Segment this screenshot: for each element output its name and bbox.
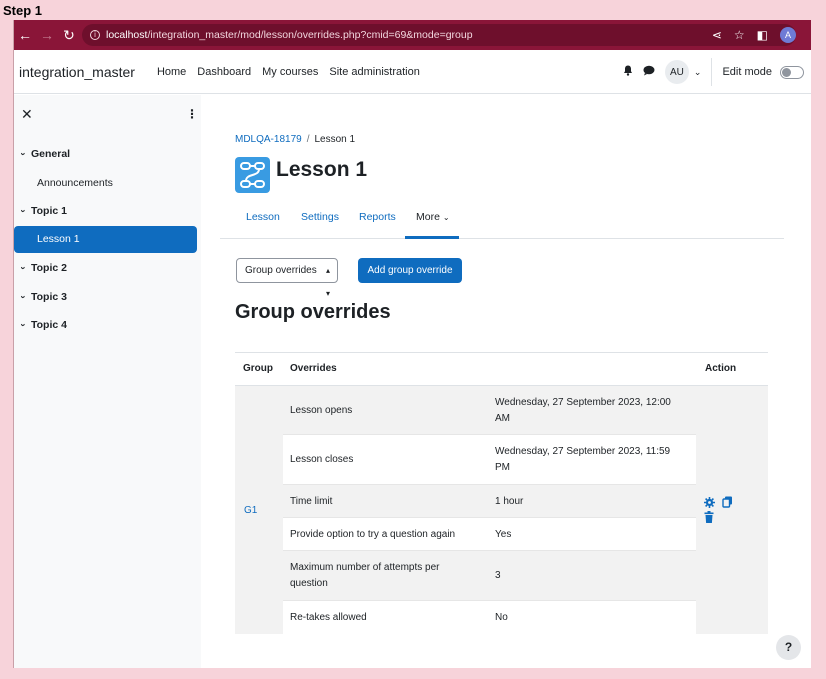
- step-label: Step 1: [3, 3, 43, 18]
- setting-label: Maximum number of attempts per question: [290, 562, 440, 589]
- table-row: Lesson closes Wednesday, 27 September 20…: [283, 435, 696, 485]
- share-icon[interactable]: ⋖: [712, 28, 722, 42]
- table-row: Provide option to try a question again Y…: [283, 518, 696, 551]
- table-row: Re-takes allowed No: [283, 601, 696, 634]
- copy-icon[interactable]: [722, 496, 733, 511]
- setting-label: Re-takes allowed: [290, 612, 367, 623]
- tab-more[interactable]: More ⌄: [416, 211, 450, 223]
- chevron-down-icon: ⌄: [442, 213, 450, 222]
- reload-icon[interactable]: ↻: [58, 27, 80, 44]
- override-type-select[interactable]: Group overrides ▴ ▾: [236, 258, 338, 298]
- group-cell: G1: [235, 386, 283, 634]
- help-button[interactable]: ?: [776, 635, 801, 660]
- drawer-section-topic-3[interactable]: › Topic 3: [18, 291, 67, 303]
- edit-gear-icon[interactable]: [704, 497, 715, 511]
- group-link[interactable]: G1: [244, 505, 257, 516]
- primary-navigation: Home Dashboard My courses Site administr…: [157, 66, 420, 78]
- setting-value: No: [495, 612, 508, 623]
- drawer-section-general[interactable]: › General: [18, 148, 71, 160]
- nav-dashboard[interactable]: Dashboard: [197, 66, 251, 78]
- close-drawer-icon[interactable]: ✕: [21, 106, 33, 123]
- breadcrumb-course-link[interactable]: MDLQA-18179: [235, 134, 302, 145]
- tab-settings[interactable]: Settings: [301, 211, 339, 223]
- setting-value: 1 hour: [495, 496, 524, 507]
- course-index-drawer: ✕ ⋮ › General Announcements › Topic 1 Less…: [14, 95, 201, 668]
- profile-avatar[interactable]: A: [780, 27, 796, 43]
- table-header-row: Group Overrides Action: [235, 352, 768, 386]
- drawer-section-topic-1[interactable]: › Topic 1: [18, 205, 67, 217]
- select-arrows-icon: ▴ ▾: [325, 266, 330, 298]
- site-brand[interactable]: integration_master: [19, 64, 135, 80]
- chevron-down-icon: ›: [18, 152, 29, 156]
- notifications-bell-icon[interactable]: [623, 65, 633, 79]
- browser-window: ← → ↻ i localhost/integration_master/mod…: [13, 20, 811, 668]
- tab-lesson[interactable]: Lesson: [246, 211, 280, 223]
- action-icons: [704, 496, 744, 526]
- drawer-item-announcements[interactable]: Announcements: [37, 177, 113, 189]
- site-info-icon[interactable]: i: [90, 30, 100, 40]
- url-host: localhost: [106, 29, 148, 41]
- secondary-navigation: Lesson Settings Reports More ⌄: [220, 205, 784, 239]
- delete-trash-icon[interactable]: [704, 511, 714, 526]
- edit-mode-label: Edit mode: [722, 66, 772, 78]
- user-avatar[interactable]: AU: [664, 60, 689, 84]
- chevron-down-icon: ›: [18, 295, 29, 299]
- table-row: Time limit 1 hour: [283, 485, 696, 518]
- breadcrumb-separator: /: [306, 134, 310, 145]
- lesson-activity-icon: [235, 157, 270, 193]
- url-path: /integration_master/mod/lesson/overrides…: [147, 29, 473, 41]
- section-heading: Group overrides: [235, 301, 391, 323]
- nav-my-courses[interactable]: My courses: [262, 66, 318, 78]
- chevron-down-icon: ›: [18, 323, 29, 327]
- setting-value: Wednesday, 27 September 2023, 12:00 AM: [495, 397, 671, 424]
- chevron-down-icon: ›: [18, 266, 29, 270]
- back-icon[interactable]: ←: [14, 27, 36, 43]
- sidepanel-icon[interactable]: ◧: [757, 28, 768, 42]
- setting-value: Wednesday, 27 September 2023, 11:59 PM: [495, 446, 671, 473]
- drawer-options-icon[interactable]: ⋮: [186, 107, 198, 121]
- user-menu-chevron-icon[interactable]: ⌄: [694, 67, 702, 78]
- main-content: MDLQA-18179 / Lesson 1 Lesson 1 Lesson Set…: [201, 95, 811, 668]
- header-group: Group: [243, 363, 273, 374]
- edit-mode-toggle[interactable]: [780, 65, 804, 79]
- header-overrides: Overrides: [290, 363, 337, 374]
- drawer-section-topic-4[interactable]: › Topic 4: [18, 319, 67, 331]
- active-tab-indicator: [405, 236, 459, 239]
- navbar-divider: [711, 58, 713, 86]
- setting-label: Provide option to try a question again: [290, 529, 456, 540]
- table-row: Lesson opens Wednesday, 27 September 202…: [283, 386, 696, 435]
- nav-site-administration[interactable]: Site administration: [329, 66, 420, 78]
- nav-home[interactable]: Home: [157, 66, 186, 78]
- breadcrumb: MDLQA-18179 / Lesson 1: [235, 134, 355, 145]
- bookmark-star-icon[interactable]: ☆: [734, 28, 745, 42]
- breadcrumb-current: Lesson 1: [314, 134, 356, 145]
- messages-icon[interactable]: [643, 65, 655, 79]
- chevron-down-icon: ›: [18, 209, 29, 213]
- page-title: Lesson 1: [276, 158, 368, 181]
- browser-toolbar: ← → ↻ i localhost/integration_master/mod…: [14, 20, 811, 50]
- setting-label: Lesson closes: [290, 454, 354, 465]
- setting-label: Lesson opens: [290, 405, 353, 416]
- forward-icon[interactable]: →: [36, 27, 58, 43]
- header-action: Action: [705, 363, 737, 374]
- tab-reports[interactable]: Reports: [359, 211, 396, 223]
- site-navbar: integration_master Home Dashboard My cou…: [14, 50, 811, 94]
- add-group-override-button[interactable]: Add group override: [358, 258, 462, 283]
- setting-label: Time limit: [290, 496, 333, 507]
- action-cell: [696, 386, 768, 634]
- setting-value: 3: [495, 570, 501, 581]
- drawer-section-topic-2[interactable]: › Topic 2: [18, 262, 67, 274]
- setting-value: Yes: [495, 529, 512, 540]
- table-row: Maximum number of attempts per question …: [283, 551, 696, 601]
- address-bar[interactable]: i localhost/integration_master/mod/lesso…: [82, 24, 796, 46]
- drawer-item-lesson-1[interactable]: Lesson 1: [14, 226, 197, 253]
